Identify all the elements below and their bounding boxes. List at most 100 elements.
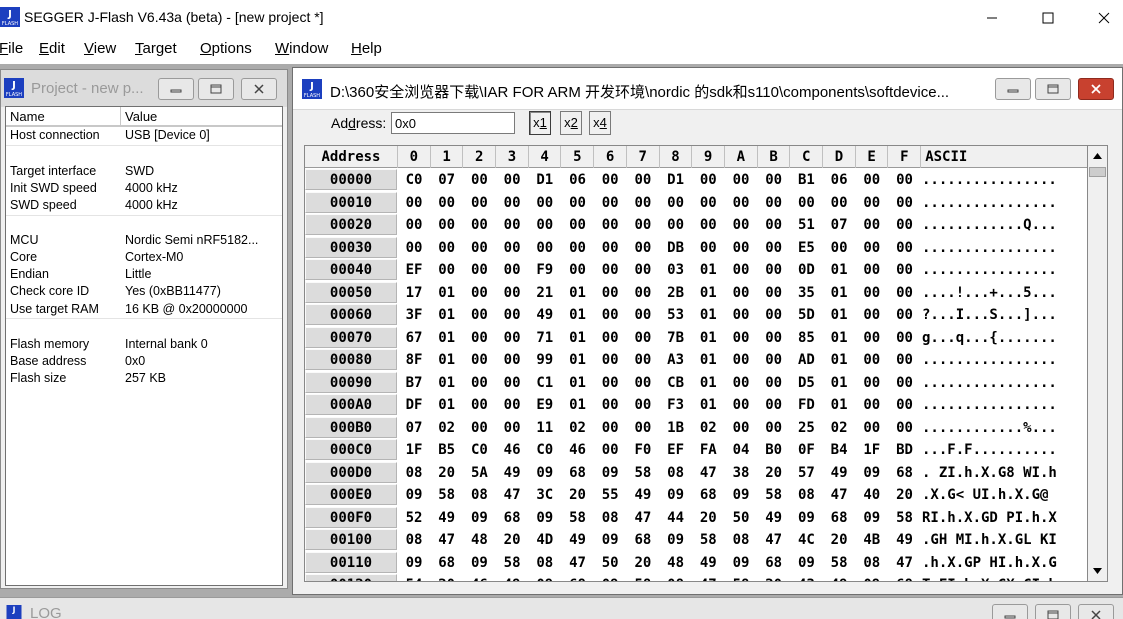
hex-byte-cell[interactable]: 00 [758, 192, 790, 214]
hex-byte-cell[interactable]: 49 [496, 574, 528, 581]
hex-byte-cell[interactable]: 58 [627, 574, 659, 581]
maximize-button[interactable] [1020, 0, 1076, 35]
property-row[interactable]: Init SWD speed 4000 kHz [6, 180, 282, 197]
zoom-x1-button[interactable]: x1 [529, 111, 551, 135]
hex-byte-cell[interactable]: 01 [431, 282, 463, 304]
hex-byte-cell[interactable]: 20 [431, 574, 463, 581]
property-row[interactable]: Use target RAM 16 KB @ 0x20000000 [6, 301, 282, 318]
hex-byte-cell[interactable]: 00 [889, 282, 921, 304]
hex-byte-cell[interactable]: 00 [627, 259, 659, 281]
hex-byte-cell[interactable]: F9 [529, 259, 561, 281]
hex-byte-cell[interactable]: 00 [463, 259, 495, 281]
hex-byte-cell[interactable]: 00 [758, 259, 790, 281]
hex-byte-cell[interactable]: 09 [856, 574, 888, 581]
hex-byte-cell[interactable]: 09 [463, 552, 495, 574]
hex-byte-cell[interactable]: 00 [856, 394, 888, 416]
hex-byte-cell[interactable]: 04 [725, 439, 757, 461]
hex-byte-cell[interactable]: 09 [725, 552, 757, 574]
hex-byte-cell[interactable]: 00 [627, 282, 659, 304]
hex-byte-cell[interactable]: 00 [889, 237, 921, 259]
hex-row-ascii[interactable]: ............%... [922, 417, 1057, 439]
hex-byte-cell[interactable]: 00 [692, 169, 724, 191]
hex-byte-cell[interactable]: 20 [889, 484, 921, 506]
hex-row[interactable]: 00030 00 00 00 00 00 00 00 00 DB 00 00 00 E5 00 00 00...… [305, 236, 1087, 259]
hex-byte-cell[interactable]: D1 [660, 169, 692, 191]
hex-byte-cell[interactable]: 00 [594, 237, 626, 259]
hex-byte-cell[interactable]: 00 [889, 192, 921, 214]
hex-byte-cell[interactable]: 00 [758, 372, 790, 394]
hex-byte-cell[interactable]: 49 [692, 552, 724, 574]
scroll-down-button[interactable] [1088, 561, 1107, 581]
hex-byte-cell[interactable]: 00 [889, 169, 921, 191]
hex-byte-cell[interactable]: 00 [463, 372, 495, 394]
hex-byte-cell[interactable]: 68 [758, 552, 790, 574]
hex-byte-cell[interactable]: 5A [463, 462, 495, 484]
hex-byte-cell[interactable]: 01 [692, 282, 724, 304]
hex-byte-cell[interactable]: 00 [660, 214, 692, 236]
hex-byte-cell[interactable]: DF [398, 394, 430, 416]
hex-byte-cell[interactable]: 08 [725, 529, 757, 551]
hex-row-ascii[interactable]: RI.h.X.GD PI.h.X [922, 507, 1057, 529]
hex-byte-cell[interactable]: 47 [823, 484, 855, 506]
close-button[interactable] [1076, 0, 1123, 35]
hex-byte-cell[interactable]: 06 [823, 169, 855, 191]
hex-byte-cell[interactable]: 71 [529, 327, 561, 349]
hex-byte-cell[interactable]: 00 [889, 417, 921, 439]
log-close-button[interactable] [1078, 604, 1114, 619]
hex-byte-cell[interactable]: 00 [725, 282, 757, 304]
hex-byte-cell[interactable]: 7B [660, 327, 692, 349]
hex-byte-cell[interactable]: 68 [562, 574, 594, 581]
hex-byte-cell[interactable]: 01 [823, 282, 855, 304]
property-row[interactable]: Flash size 257 KB [6, 370, 282, 387]
hex-byte-cell[interactable]: 00 [725, 372, 757, 394]
hex-byte-cell[interactable]: C0 [529, 439, 561, 461]
hex-byte-cell[interactable]: 00 [496, 327, 528, 349]
hex-byte-cell[interactable]: 01 [823, 394, 855, 416]
hex-byte-cell[interactable]: FA [692, 439, 724, 461]
hex-byte-cell[interactable]: 00 [856, 417, 888, 439]
hex-byte-cell[interactable]: 01 [692, 327, 724, 349]
hex-byte-cell[interactable]: 68 [562, 462, 594, 484]
hex-byte-cell[interactable]: 48 [660, 552, 692, 574]
hex-byte-cell[interactable]: 01 [431, 304, 463, 326]
hex-byte-cell[interactable]: 00 [889, 259, 921, 281]
hex-byte-cell[interactable]: C0 [463, 439, 495, 461]
hex-byte-cell[interactable]: 08 [398, 529, 430, 551]
hex-byte-cell[interactable]: 09 [594, 529, 626, 551]
minimize-button[interactable] [964, 0, 1020, 35]
hex-byte-cell[interactable]: 00 [398, 237, 430, 259]
hex-byte-cell[interactable]: 00 [758, 327, 790, 349]
hex-byte-cell[interactable]: 46 [562, 439, 594, 461]
hex-byte-cell[interactable]: C0 [398, 169, 430, 191]
hex-byte-cell[interactable]: 00 [725, 394, 757, 416]
hex-byte-cell[interactable]: 09 [398, 552, 430, 574]
hex-byte-cell[interactable]: 01 [823, 259, 855, 281]
property-row[interactable]: Core Cortex-M0 [6, 249, 282, 266]
hex-byte-cell[interactable]: 58 [496, 552, 528, 574]
hex-byte-cell[interactable]: 08 [660, 574, 692, 581]
hex-byte-cell[interactable]: 68 [823, 507, 855, 529]
hex-byte-cell[interactable]: 01 [431, 394, 463, 416]
hex-byte-cell[interactable]: F0 [627, 439, 659, 461]
hex-row[interactable]: 00010 00 00 00 00 00 00 00 00 00 00 00 00 00 00 00 00...… [305, 191, 1087, 214]
hex-byte-cell[interactable]: 38 [725, 462, 757, 484]
hex-byte-cell[interactable]: 00 [562, 259, 594, 281]
menu-options[interactable]: Options [200, 40, 252, 57]
hex-byte-cell[interactable]: 01 [562, 282, 594, 304]
hex-byte-cell[interactable]: 00 [758, 237, 790, 259]
hex-byte-cell[interactable]: 02 [431, 417, 463, 439]
hex-byte-cell[interactable]: 00 [725, 304, 757, 326]
menu-window[interactable]: Window [275, 40, 328, 57]
hex-byte-cell[interactable]: 01 [431, 327, 463, 349]
hex-byte-cell[interactable]: 1F [398, 439, 430, 461]
hex-byte-cell[interactable]: 20 [496, 529, 528, 551]
hex-byte-cell[interactable]: 49 [627, 484, 659, 506]
hex-byte-cell[interactable]: 00 [725, 192, 757, 214]
hex-row[interactable]: 000B0 07 02 00 00 11 02 00 00 1B 02 00 00 25 02 00 00...… [305, 416, 1087, 439]
hex-byte-cell[interactable]: 00 [463, 237, 495, 259]
hex-byte-cell[interactable]: 58 [889, 507, 921, 529]
hex-row-ascii[interactable]: ............Q... [922, 214, 1057, 236]
hex-byte-cell[interactable]: 08 [398, 462, 430, 484]
menu-target[interactable]: Target [135, 40, 177, 57]
column-name-header[interactable]: Name [6, 107, 121, 127]
